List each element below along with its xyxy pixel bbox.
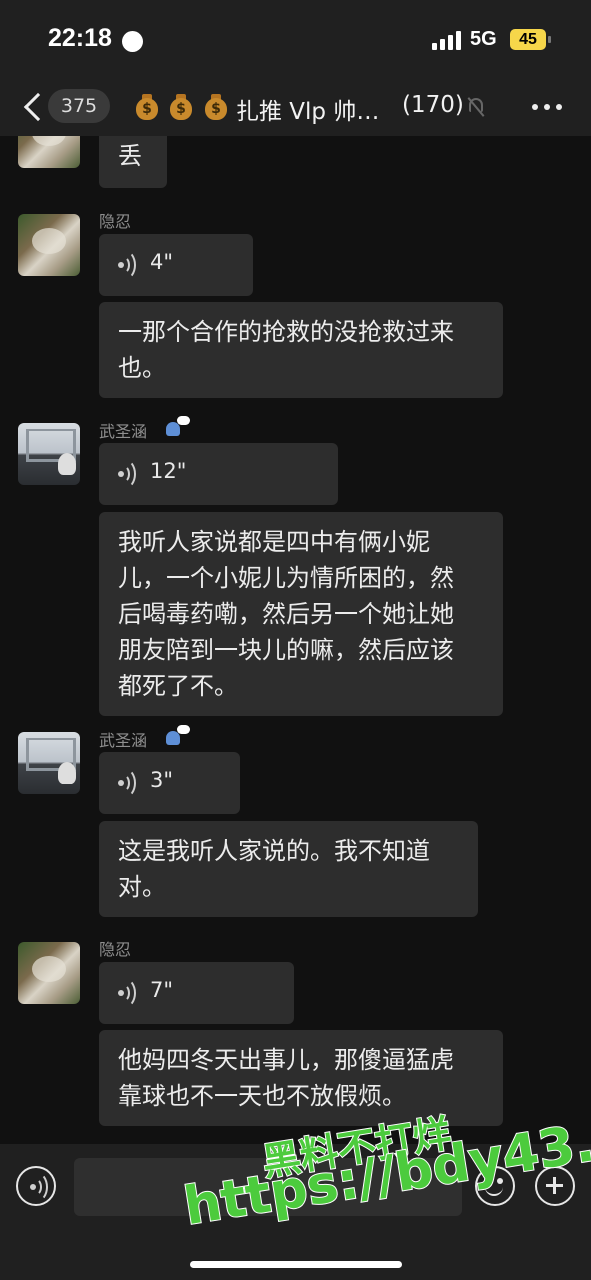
message-line: 他妈四冬天出事儿，那傻逼猛虎	[118, 1046, 454, 1074]
voice-message[interactable]: 12"	[99, 443, 338, 505]
text-message[interactable]: 丢	[99, 136, 167, 188]
recording-dot-icon	[122, 31, 143, 52]
chat-header: 375 $ $ $ 扎推 Vlp 帅… (170)	[0, 80, 591, 136]
sender-name: 武圣涵	[99, 731, 148, 750]
home-indicator[interactable]	[190, 1261, 402, 1268]
voice-message[interactable]: 4"	[99, 234, 253, 296]
voice-wave-icon	[118, 459, 138, 489]
voice-message[interactable]: 3"	[99, 752, 240, 814]
mute-icon	[466, 96, 486, 118]
member-tag-icon	[166, 416, 192, 436]
voice-duration: 7"	[150, 978, 174, 1002]
avatar[interactable]	[18, 136, 80, 168]
message-line: 儿，一个小妮儿为情所困的，然	[118, 564, 454, 592]
avatar[interactable]	[18, 423, 80, 485]
more-options-icon[interactable]	[532, 104, 562, 112]
message-line: 我听人家说都是四中有俩小妮	[118, 528, 430, 556]
message-line: 对。	[118, 873, 166, 901]
voice-duration: 4"	[150, 250, 174, 274]
avatar[interactable]	[18, 732, 80, 794]
money-bag-icon: $	[134, 92, 160, 122]
voice-message[interactable]: 7"	[99, 962, 294, 1024]
text-message[interactable]: 一那个合作的抢救的没抢救过来 也。	[99, 302, 503, 398]
voice-wave-icon	[118, 250, 138, 280]
money-bag-icon: $	[203, 92, 229, 122]
message-line: 都死了不。	[118, 672, 238, 700]
network-label: 5G	[470, 28, 497, 50]
status-time: 22:18	[48, 24, 112, 52]
voice-input-button[interactable]	[16, 1166, 56, 1206]
message-line: 后喝毒药嘞，然后另一个她让她	[118, 600, 454, 628]
text-message[interactable]: 我听人家说都是四中有俩小妮 儿，一个小妮儿为情所困的，然 后喝毒药嘞，然后另一个…	[99, 512, 503, 716]
message-line: 也。	[118, 354, 166, 382]
status-bar: 22:18 5G 45	[0, 0, 591, 80]
voice-wave-icon	[118, 768, 138, 798]
voice-duration: 3"	[150, 768, 174, 792]
signal-icon	[432, 30, 462, 50]
voice-duration: 12"	[150, 459, 187, 483]
member-count: (170)	[402, 92, 464, 118]
sender-name: 隐忍	[99, 212, 132, 231]
avatar[interactable]	[18, 214, 80, 276]
message-line: 朋友陪到一块儿的嘛，然后应该	[118, 636, 454, 664]
sender-name: 隐忍	[99, 940, 132, 959]
message-line: 一那个合作的抢救的没抢救过来	[118, 318, 454, 346]
text-message[interactable]: 这是我听人家说的。我不知道 对。	[99, 821, 478, 917]
voice-wave-icon	[118, 978, 138, 1008]
message-text: 丢	[118, 142, 142, 170]
battery-icon: 45	[510, 29, 546, 50]
battery-nub	[548, 36, 551, 43]
money-bag-icon: $	[168, 92, 194, 122]
message-line: 这是我听人家说的。我不知道	[118, 837, 430, 865]
message-list[interactable]: 丢 隐忍 4" 一那个合作的抢救的没抢救过来 也。 武圣涵 12" 我听人家说都…	[0, 136, 591, 1144]
member-tag-icon	[166, 725, 192, 745]
avatar[interactable]	[18, 942, 80, 1004]
back-icon[interactable]	[22, 92, 48, 122]
chat-title: 扎推 Vlp 帅…	[236, 99, 380, 125]
sender-name: 武圣涵	[99, 422, 148, 441]
voice-wave-icon	[30, 1172, 50, 1202]
unread-count-badge[interactable]: 375	[48, 89, 110, 123]
